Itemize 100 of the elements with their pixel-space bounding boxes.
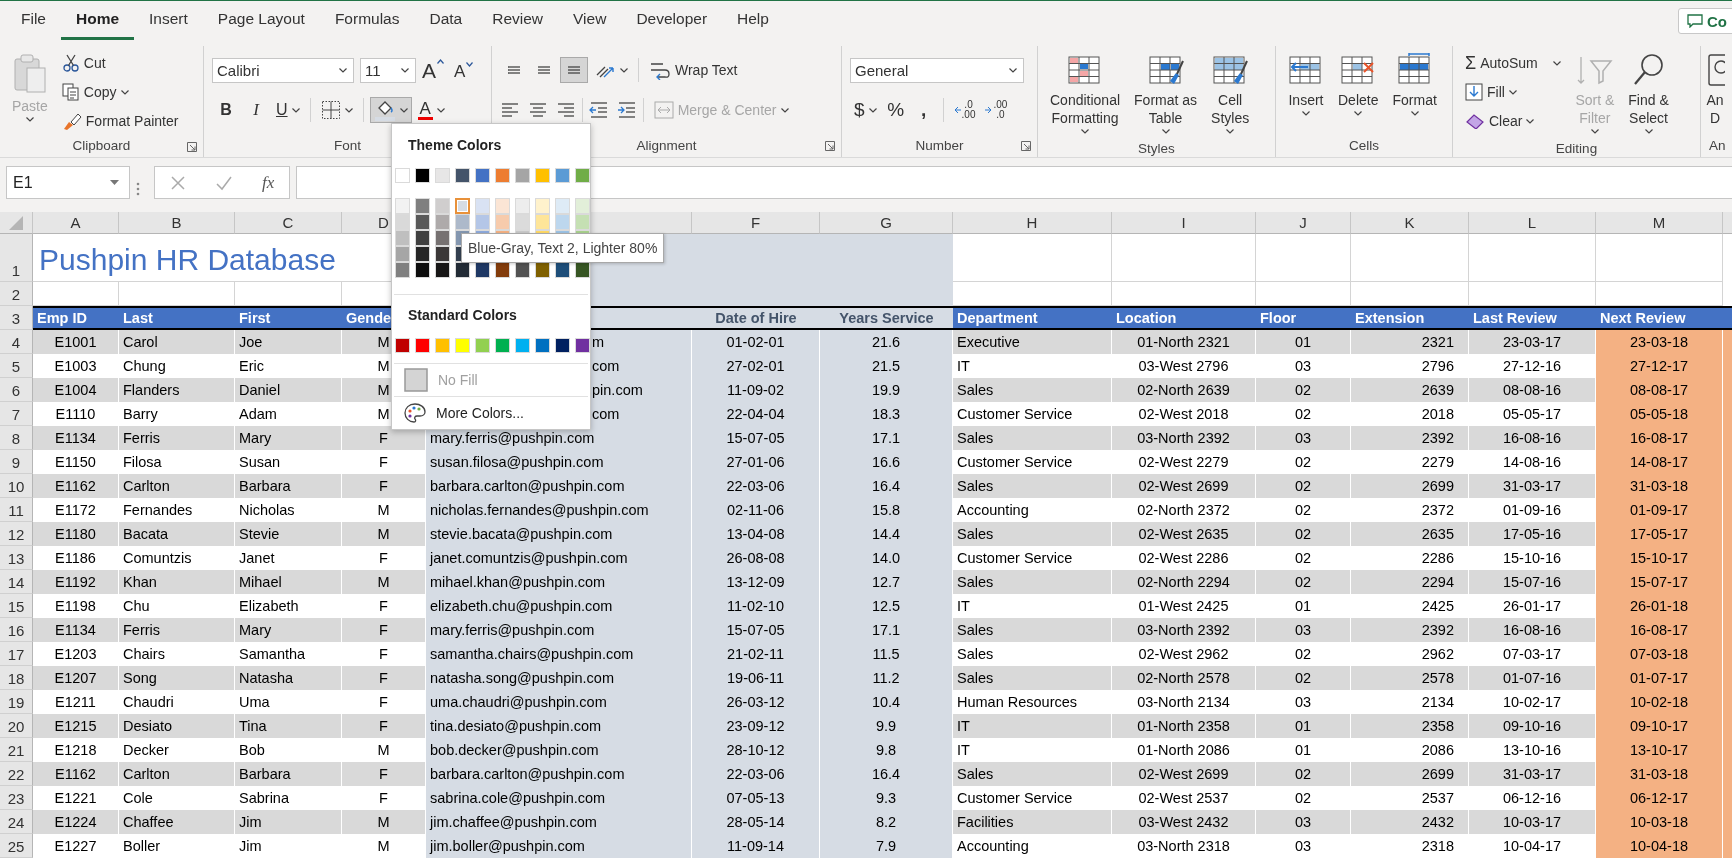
table-cell[interactable]: E1224 <box>33 810 119 834</box>
row-header[interactable]: 25 <box>0 834 33 858</box>
table-cell[interactable]: susan.filosa@pushpin.com <box>426 450 692 474</box>
table-cell[interactable]: 02 <box>1256 666 1351 690</box>
table-cell[interactable]: 08-08-17 <box>1596 378 1723 402</box>
color-swatch[interactable] <box>535 337 550 353</box>
color-swatch[interactable] <box>435 167 450 183</box>
table-cell[interactable]: E1162 <box>33 474 119 498</box>
find-select-button[interactable]: Find & Select <box>1624 50 1673 139</box>
column-heading[interactable]: Last Review <box>1469 306 1596 330</box>
table-cell[interactable]: F <box>342 714 426 738</box>
table-cell[interactable]: 10-03-17 <box>1469 810 1596 834</box>
table-cell[interactable]: Sales <box>953 474 1112 498</box>
table-cell[interactable]: 03-North 2392 <box>1112 426 1256 450</box>
table-cell[interactable]: 26-01-18 <box>1596 594 1723 618</box>
table-cell[interactable]: 2699 <box>1351 474 1469 498</box>
table-cell[interactable]: M <box>342 522 426 546</box>
column-header[interactable]: C <box>235 212 342 234</box>
column-heading[interactable]: Extension <box>1351 306 1469 330</box>
select-all-button[interactable] <box>0 212 33 234</box>
table-cell[interactable]: 02-11-06 <box>692 498 820 522</box>
table-cell[interactable]: bob.decker@pushpin.com <box>426 738 692 762</box>
column-header[interactable]: A <box>33 212 119 234</box>
table-cell[interactable]: 10-04-18 <box>1596 834 1723 858</box>
table-cell[interactable]: 15-07-05 <box>692 426 820 450</box>
table-cell[interactable]: 9.8 <box>820 738 953 762</box>
row-header[interactable]: 2 <box>0 282 33 306</box>
table-cell[interactable]: 17.1 <box>820 618 953 642</box>
table-cell[interactable] <box>1723 330 1732 354</box>
table-cell[interactable]: 16-08-17 <box>1596 426 1723 450</box>
color-swatch[interactable] <box>435 197 450 214</box>
grow-font-button[interactable]: A <box>418 57 448 83</box>
color-swatch[interactable] <box>575 337 590 353</box>
table-cell[interactable]: Flanders <box>119 378 235 402</box>
table-cell[interactable]: 16-08-16 <box>1469 426 1596 450</box>
table-cell[interactable]: E1207 <box>33 666 119 690</box>
table-cell[interactable]: mary.ferris@pushpin.com <box>426 426 692 450</box>
color-swatch[interactable] <box>395 197 410 214</box>
ribbon-tab[interactable]: File <box>6 1 61 40</box>
row-header[interactable]: 19 <box>0 690 33 714</box>
table-cell[interactable]: Stevie <box>235 522 342 546</box>
ribbon-tab[interactable]: Help <box>722 1 784 40</box>
table-cell[interactable]: 01-02-01 <box>692 330 820 354</box>
color-swatch[interactable] <box>515 167 530 183</box>
table-cell[interactable]: 01 <box>1256 714 1351 738</box>
table-cell[interactable]: 02 <box>1256 570 1351 594</box>
analyze-data-button[interactable]: An D <box>1701 50 1729 130</box>
column-header[interactable]: B <box>119 212 235 234</box>
column-header[interactable]: K <box>1351 212 1469 234</box>
table-cell[interactable]: 17-05-17 <box>1596 522 1723 546</box>
autosum-button[interactable]: Σ AutoSum <box>1461 50 1566 76</box>
row-header[interactable]: 16 <box>0 618 33 642</box>
color-swatch[interactable] <box>415 167 430 183</box>
row-header[interactable]: 5 <box>0 354 33 378</box>
shrink-font-button[interactable]: A <box>450 57 478 83</box>
table-cell[interactable]: 03-North 2392 <box>1112 618 1256 642</box>
row-header[interactable]: 4 <box>0 330 33 354</box>
table-cell[interactable] <box>1723 306 1732 330</box>
color-swatch[interactable] <box>535 197 550 214</box>
table-cell[interactable]: natasha.song@pushpin.com <box>426 666 692 690</box>
table-cell[interactable]: 13-12-09 <box>692 570 820 594</box>
table-cell[interactable]: barbara.carlton@pushpin.com <box>426 762 692 786</box>
table-cell[interactable]: 08-08-16 <box>1469 378 1596 402</box>
table-cell[interactable]: sabrina.cole@pushpin.com <box>426 786 692 810</box>
table-cell[interactable]: E1004 <box>33 378 119 402</box>
ribbon-tab[interactable]: Insert <box>134 1 203 40</box>
table-cell[interactable]: E1134 <box>33 618 119 642</box>
table-cell[interactable]: F <box>342 762 426 786</box>
column-heading[interactable]: Last <box>119 306 235 330</box>
percent-button[interactable]: % <box>882 97 909 123</box>
table-cell[interactable]: 14.4 <box>820 522 953 546</box>
table-cell[interactable]: 31-03-17 <box>1469 762 1596 786</box>
table-cell[interactable]: Carlton <box>119 474 235 498</box>
color-swatch[interactable] <box>535 167 550 183</box>
table-cell[interactable]: 09-10-17 <box>1596 714 1723 738</box>
table-cell[interactable]: Sales <box>953 378 1112 402</box>
table-cell[interactable]: 01-North 2321 <box>1112 330 1256 354</box>
table-cell[interactable]: 10.4 <box>820 690 953 714</box>
table-cell[interactable]: 2321 <box>1351 330 1469 354</box>
color-swatch[interactable] <box>475 197 490 214</box>
column-header[interactable]: J <box>1256 212 1351 234</box>
table-cell[interactable]: 31-03-18 <box>1596 762 1723 786</box>
table-cell[interactable]: 02-North 2639 <box>1112 378 1256 402</box>
number-format-dropdown[interactable]: General <box>850 57 1024 83</box>
ribbon-tab[interactable]: View <box>558 1 622 40</box>
table-cell[interactable]: samantha.chairs@pushpin.com <box>426 642 692 666</box>
cells-button[interactable]: Delete <box>1334 50 1383 121</box>
styles-button[interactable]: Format as Table <box>1130 50 1202 139</box>
fill-button[interactable]: Fill <box>1461 79 1566 105</box>
table-cell[interactable]: 12.5 <box>820 594 953 618</box>
currency-button[interactable]: $ <box>850 97 881 123</box>
color-swatch[interactable] <box>395 167 410 183</box>
font-size-dropdown[interactable]: 11 <box>360 57 416 83</box>
color-swatch[interactable] <box>495 197 510 214</box>
table-cell[interactable]: Song <box>119 666 235 690</box>
table-cell[interactable]: Tina <box>235 714 342 738</box>
table-cell[interactable]: Sales <box>953 618 1112 642</box>
table-cell[interactable]: 02 <box>1256 522 1351 546</box>
table-cell[interactable]: Khan <box>119 570 235 594</box>
table-cell[interactable]: 2392 <box>1351 426 1469 450</box>
